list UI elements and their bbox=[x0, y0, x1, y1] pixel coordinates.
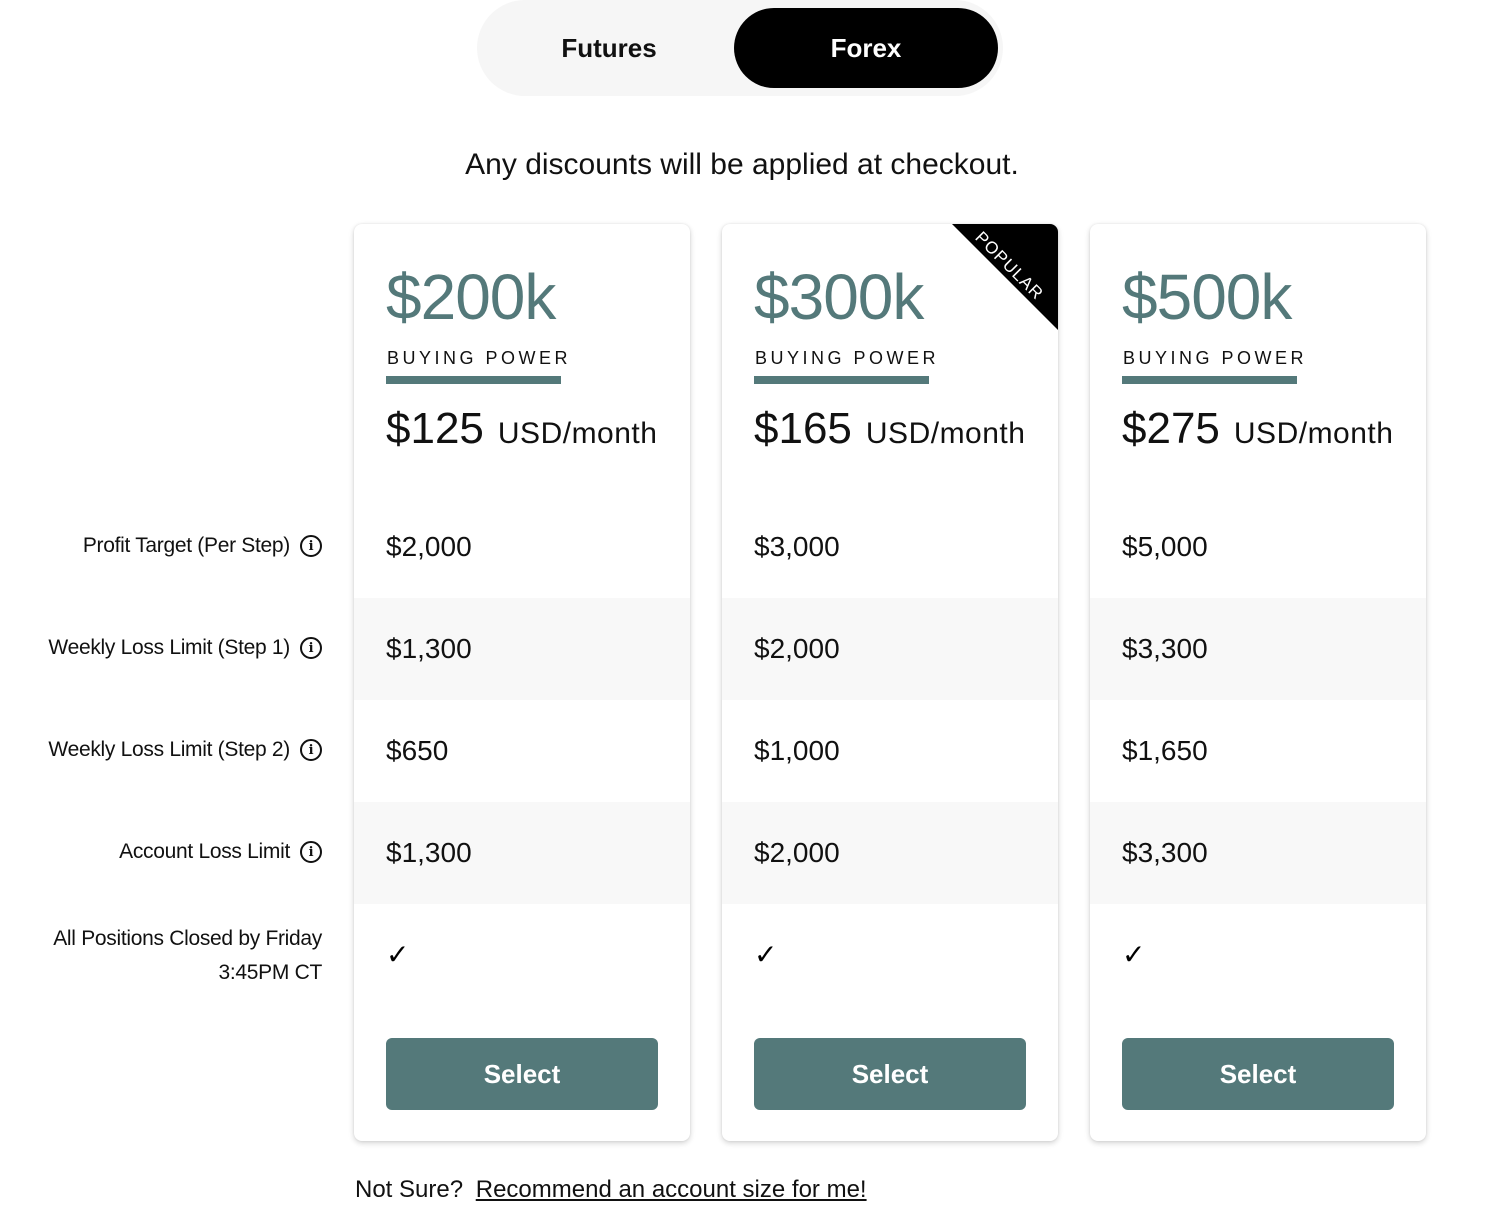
price-unit: USD/month bbox=[497, 417, 658, 450]
price-unit: USD/month bbox=[1233, 417, 1394, 450]
buying-power-label: BUYING POWER bbox=[1123, 348, 1308, 368]
buying-power-label: BUYING POWER bbox=[755, 348, 940, 368]
select-button[interactable]: Select bbox=[1122, 1038, 1394, 1110]
accent-bar bbox=[386, 376, 561, 384]
plan-size: $500k bbox=[1122, 261, 1292, 333]
recommend-link[interactable]: Recommend an account size for me! bbox=[476, 1176, 867, 1203]
plan-price: $275 USD/month bbox=[1122, 404, 1393, 454]
plan-size: $200k bbox=[386, 261, 556, 333]
check-icon: ✓ bbox=[754, 939, 778, 970]
account-loss-limit-value: $2,000 bbox=[722, 802, 1058, 904]
label-text-line2: 3:45PM CT bbox=[218, 961, 323, 984]
info-icon[interactable]: i bbox=[300, 535, 322, 557]
plan-size: $300k bbox=[754, 261, 924, 333]
weekly-loss-step2-value: $650 bbox=[386, 735, 449, 766]
account-loss-limit-value: $3,300 bbox=[1090, 802, 1426, 904]
weekly-loss-step2-value: $1,000 bbox=[754, 735, 840, 766]
profit-target-value: $5,000 bbox=[1122, 531, 1208, 562]
select-button[interactable]: Select bbox=[754, 1038, 1026, 1110]
info-icon[interactable]: i bbox=[300, 841, 322, 863]
price-amount: $275 bbox=[1122, 404, 1220, 453]
footer: Not Sure? Recommend an account size for … bbox=[355, 1176, 867, 1204]
info-icon[interactable]: i bbox=[300, 637, 322, 659]
label-account-loss-limit: Account Loss Limit i bbox=[119, 840, 322, 864]
plan-card-200k: $200k BUYING POWER $125 USD/month $2,000… bbox=[354, 224, 690, 1141]
popular-badge: POPULAR bbox=[952, 224, 1058, 330]
profit-target-value: $3,000 bbox=[754, 531, 840, 562]
price-unit: USD/month bbox=[865, 417, 1026, 450]
discount-note: Any discounts will be applied at checkou… bbox=[465, 148, 1019, 181]
check-icon: ✓ bbox=[1122, 939, 1146, 970]
buying-power-label: BUYING POWER bbox=[387, 348, 572, 368]
label-positions-closed: All Positions Closed by Friday 3:45PM CT bbox=[53, 922, 322, 990]
weekly-loss-step2-value: $1,650 bbox=[1122, 735, 1208, 766]
label-text-line1: All Positions Closed by Friday bbox=[53, 927, 322, 950]
price-amount: $165 bbox=[754, 404, 852, 453]
info-icon[interactable]: i bbox=[300, 739, 322, 761]
account-loss-limit-value: $1,300 bbox=[354, 802, 690, 904]
price-amount: $125 bbox=[386, 404, 484, 453]
weekly-loss-step1-value: $3,300 bbox=[1090, 598, 1426, 700]
label-weekly-loss-step2: Weekly Loss Limit (Step 2) i bbox=[48, 738, 322, 762]
plan-card-500k: $500k BUYING POWER $275 USD/month $5,000… bbox=[1090, 224, 1426, 1141]
label-profit-target: Profit Target (Per Step) i bbox=[83, 534, 322, 558]
plan-price: $125 USD/month bbox=[386, 404, 657, 454]
market-toggle: Futures Forex bbox=[477, 0, 1003, 96]
label-text: Account Loss Limit bbox=[119, 840, 290, 863]
accent-bar bbox=[1122, 376, 1297, 384]
label-text: Weekly Loss Limit (Step 1) bbox=[48, 636, 290, 659]
tab-futures[interactable]: Futures bbox=[477, 8, 741, 88]
weekly-loss-step1-value: $2,000 bbox=[722, 598, 1058, 700]
footer-prompt: Not Sure? bbox=[355, 1176, 464, 1203]
profit-target-value: $2,000 bbox=[386, 531, 472, 562]
label-text: Profit Target (Per Step) bbox=[82, 534, 290, 557]
label-weekly-loss-step1: Weekly Loss Limit (Step 1) i bbox=[48, 636, 322, 660]
weekly-loss-step1-value: $1,300 bbox=[354, 598, 690, 700]
select-button[interactable]: Select bbox=[386, 1038, 658, 1110]
check-icon: ✓ bbox=[386, 939, 410, 970]
plan-price: $165 USD/month bbox=[754, 404, 1025, 454]
plan-card-300k: POPULAR $300k BUYING POWER $165 USD/mont… bbox=[722, 224, 1058, 1141]
tab-forex[interactable]: Forex bbox=[734, 8, 998, 88]
accent-bar bbox=[754, 376, 929, 384]
label-text: Weekly Loss Limit (Step 2) bbox=[48, 738, 290, 761]
